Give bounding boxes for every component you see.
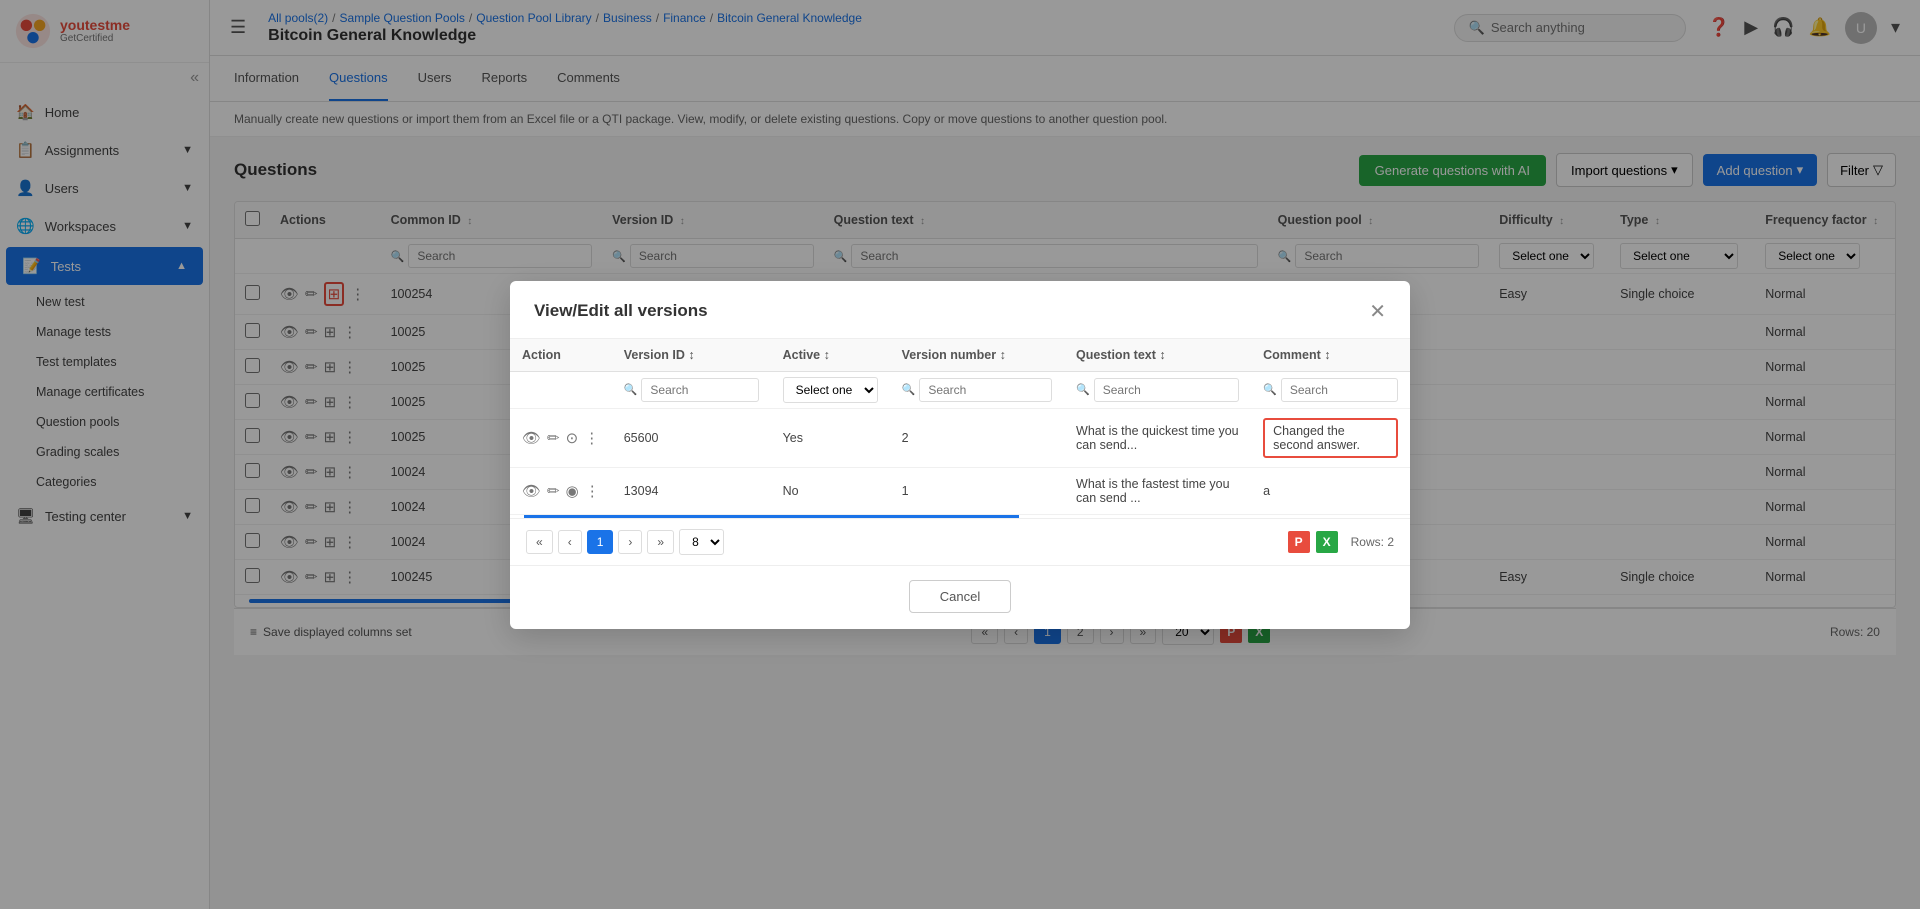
modal-rows-info: Rows: 2 bbox=[1351, 535, 1394, 549]
modal-comment-cell: a bbox=[1251, 467, 1410, 514]
modal-page-1-btn[interactable]: 1 bbox=[587, 530, 614, 554]
modal-title: View/Edit all versions bbox=[534, 301, 1369, 321]
modal-last-btn[interactable]: » bbox=[647, 530, 674, 554]
versions-table: Action Version ID ↕ Active ↕ Version num… bbox=[510, 339, 1410, 515]
qtext-sort[interactable]: ↕ bbox=[1159, 348, 1165, 362]
modal-export-xls[interactable]: X bbox=[1316, 531, 1338, 553]
col-version-number[interactable]: Version number ↕ bbox=[890, 339, 1064, 372]
modal-close-button[interactable]: ✕ bbox=[1369, 299, 1386, 324]
active-sort[interactable]: ↕ bbox=[824, 348, 830, 362]
modal-version-id: 65600 bbox=[612, 408, 771, 467]
modal-search-row: 🔍 Select oneYesNo 🔍 🔍 🔍 bbox=[510, 371, 1410, 408]
col-question-text[interactable]: Question text ↕ bbox=[1064, 339, 1251, 372]
modal-question-text: What is the quickest time you can send..… bbox=[1064, 408, 1251, 467]
modal-header-row: Action Version ID ↕ Active ↕ Version num… bbox=[510, 339, 1410, 372]
modal-header: View/Edit all versions ✕ bbox=[510, 281, 1410, 339]
modal-body: Action Version ID ↕ Active ↕ Version num… bbox=[510, 339, 1410, 565]
modal-action-icons: 👁 ✏ ⊙ ⋮ bbox=[522, 429, 600, 447]
version-id-search[interactable] bbox=[641, 378, 758, 402]
version-num-sort[interactable]: ↕ bbox=[1000, 348, 1006, 362]
modal-question-text: What is the fastest time you can send ..… bbox=[1064, 467, 1251, 514]
modal-rows-select[interactable]: 8 bbox=[679, 529, 724, 555]
col-version-id[interactable]: Version ID ↕ bbox=[612, 339, 771, 372]
col-active[interactable]: Active ↕ bbox=[771, 339, 890, 372]
version-num-search[interactable] bbox=[919, 378, 1052, 402]
modal-active: No bbox=[771, 467, 890, 514]
comment-sort[interactable]: ↕ bbox=[1324, 348, 1330, 362]
modal-comment-cell: Changed the second answer. bbox=[1251, 408, 1410, 467]
modal-edit-icon[interactable]: ✏ bbox=[547, 482, 560, 500]
modal-more-icon[interactable]: ⋮ bbox=[585, 482, 600, 500]
modal-table-wrap: Action Version ID ↕ Active ↕ Version num… bbox=[510, 339, 1410, 518]
modal-footer: Cancel bbox=[510, 565, 1410, 629]
modal-next-btn[interactable]: › bbox=[618, 530, 642, 554]
view-edit-versions-modal: View/Edit all versions ✕ Action Version … bbox=[510, 281, 1410, 629]
comment-search[interactable] bbox=[1281, 378, 1398, 402]
modal-export-icons: P X bbox=[1288, 531, 1338, 553]
qtext-search[interactable] bbox=[1094, 378, 1239, 402]
modal-active: Yes bbox=[771, 408, 890, 467]
search-icon: 🔍 bbox=[624, 383, 638, 396]
cancel-button[interactable]: Cancel bbox=[909, 580, 1011, 613]
version-id-sort[interactable]: ↕ bbox=[688, 348, 694, 362]
modal-edit-icon[interactable]: ✏ bbox=[547, 429, 560, 447]
modal-overlay: View/Edit all versions ✕ Action Version … bbox=[0, 0, 1920, 909]
modal-version-number: 1 bbox=[890, 467, 1064, 514]
modal-version-id: 13094 bbox=[612, 467, 771, 514]
modal-pagination: « ‹ 1 › » 8 P X Rows: 2 bbox=[510, 518, 1410, 565]
modal-table-row: 👁 ✏ ⊙ ⋮ 65600 Yes 2 What is the quickest… bbox=[510, 408, 1410, 467]
modal-copy-icon[interactable]: ⊙ bbox=[566, 429, 579, 447]
modal-copy-icon[interactable]: ◉ bbox=[566, 482, 579, 500]
search-icon: 🔍 bbox=[1076, 383, 1090, 396]
modal-export-pdf[interactable]: P bbox=[1288, 531, 1310, 553]
active-select[interactable]: Select oneYesNo bbox=[783, 377, 878, 403]
modal-first-btn[interactable]: « bbox=[526, 530, 553, 554]
modal-view-icon[interactable]: 👁 bbox=[522, 482, 541, 500]
col-comment[interactable]: Comment ↕ bbox=[1251, 339, 1410, 372]
modal-view-icon[interactable]: 👁 bbox=[522, 429, 541, 447]
modal-more-icon[interactable]: ⋮ bbox=[584, 429, 599, 447]
comment-highlighted: Changed the second answer. bbox=[1263, 418, 1398, 458]
modal-action-icons: 👁 ✏ ◉ ⋮ bbox=[522, 482, 600, 500]
col-action: Action bbox=[510, 339, 612, 372]
search-icon: 🔍 bbox=[1263, 383, 1277, 396]
modal-prev-btn[interactable]: ‹ bbox=[558, 530, 582, 554]
search-icon: 🔍 bbox=[902, 383, 916, 396]
modal-version-number: 2 bbox=[890, 408, 1064, 467]
modal-table-row: 👁 ✏ ◉ ⋮ 13094 No 1 What is the fastest t… bbox=[510, 467, 1410, 514]
